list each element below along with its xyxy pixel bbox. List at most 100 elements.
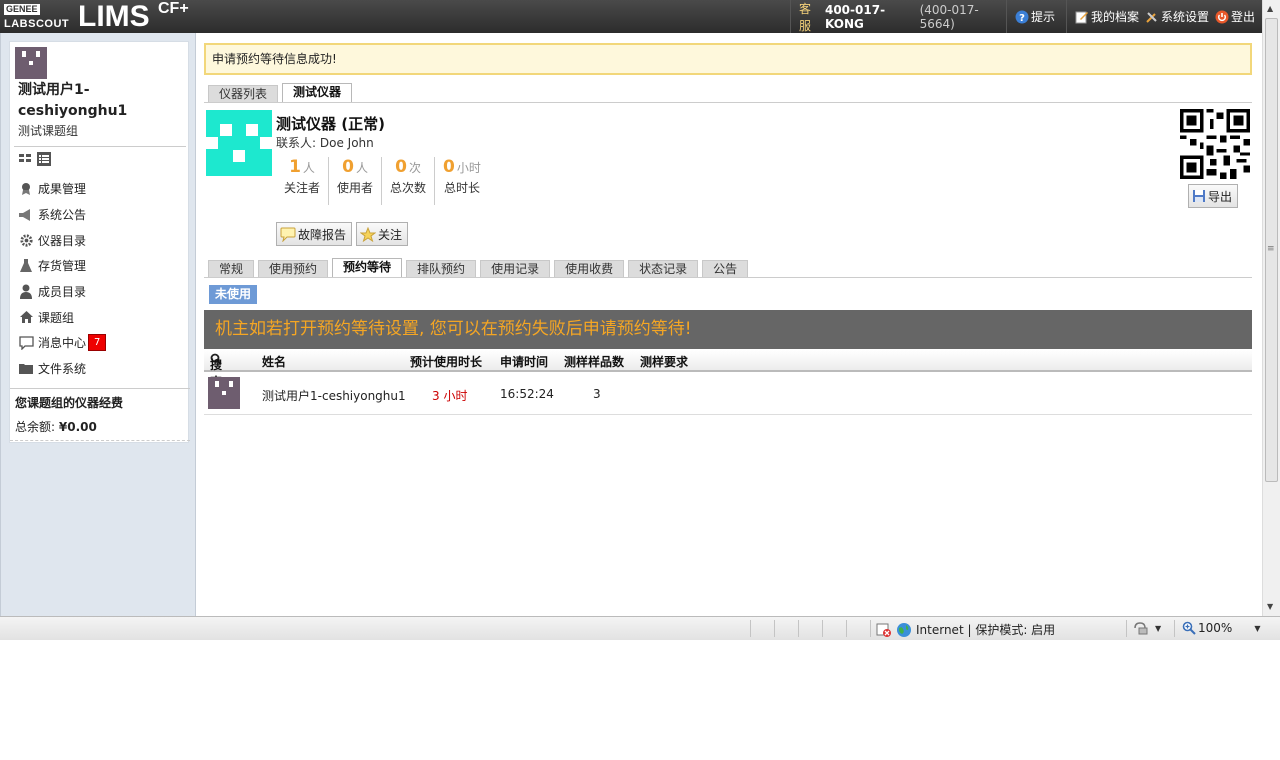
sidebar-item-members[interactable]: 成员目录 <box>18 279 186 305</box>
sidebar-item-files[interactable]: 文件系统 <box>18 356 186 382</box>
settings-label: 系统设置 <box>1161 10 1210 24</box>
browser-status-bar: Internet | 保护模式: 启用 ▼ 100% ▼ <box>0 616 1280 640</box>
user-avatar[interactable] <box>15 47 47 79</box>
sidebar-item-label: 系统公告 <box>38 208 87 223</box>
security-settings-icon <box>1134 622 1148 635</box>
col-sample-count[interactable]: 测样样品数 <box>564 353 624 370</box>
cell-duration: 3 小时 <box>432 389 468 403</box>
stat-followers[interactable]: 1人 关注者 <box>276 157 330 205</box>
grid-view-icon[interactable] <box>18 151 32 165</box>
sidebar-item-label: 仪器目录 <box>38 233 87 248</box>
sidebar-item-messages[interactable]: 消息中心 7 <box>18 330 186 356</box>
table-row[interactable]: 测试用户1-ceshiyonghu1 3 小时 16:52:24 3 <box>204 374 1252 415</box>
protected-mode-menu[interactable]: ▼ <box>1133 621 1161 635</box>
user-name[interactable]: 测试用户1-ceshiyonghu1 <box>18 80 186 122</box>
settings-link[interactable]: 系统设置 <box>1145 8 1209 25</box>
scroll-up-icon[interactable]: ▲ <box>1267 4 1273 13</box>
divider <box>14 146 186 147</box>
divider <box>798 620 799 637</box>
tab-test-instrument[interactable]: 测试仪器 <box>282 83 353 103</box>
sidebar-item-announcements[interactable]: 系统公告 <box>18 202 186 228</box>
stat-users[interactable]: 0人 使用者 <box>329 157 383 205</box>
award-icon <box>22 182 30 195</box>
tab-waitlist[interactable]: 预约等待 <box>332 258 403 278</box>
person-icon <box>20 284 32 300</box>
tab-instrument-list[interactable]: 仪器列表 <box>208 85 279 103</box>
col-apply-time[interactable]: 申请时间 <box>500 353 548 370</box>
blocked-popup-icon <box>876 623 891 637</box>
sidebar: 测试用户1-ceshiyonghu1 测试课题组 成果管理 系统公告 仪器目录 … <box>0 33 196 616</box>
tips-label: 提示 <box>1031 10 1056 24</box>
cell-sample-count: 3 <box>593 387 601 401</box>
follow-button[interactable]: 关注 <box>356 222 409 246</box>
sidebar-item-groups[interactable]: 课题组 <box>18 304 186 330</box>
house-icon <box>19 311 33 324</box>
col-duration[interactable]: 预计使用时长 <box>410 353 482 370</box>
profile-label: 我的档案 <box>1091 10 1140 24</box>
instrument-tabs: 仪器列表 测试仪器 <box>208 83 356 103</box>
avatar[interactable] <box>208 377 240 409</box>
tab-general[interactable]: 常规 <box>208 260 255 278</box>
user-group[interactable]: 测试课题组 <box>18 122 78 139</box>
divider <box>1174 620 1175 637</box>
logout-link[interactable]: 登出 <box>1215 8 1255 25</box>
instrument-avatar[interactable] <box>206 110 272 176</box>
table-header: 搜索 姓名 预计使用时长 申请时间 测样样品数 测样要求 <box>204 350 1252 389</box>
fund-balance: 总余额: ¥0.00 <box>15 418 97 435</box>
zoom-icon <box>1182 621 1196 635</box>
search-toggle[interactable]: 搜索 <box>210 353 225 389</box>
zoom-control[interactable]: 100% ▼ <box>1182 621 1260 635</box>
save-icon <box>1193 190 1205 202</box>
security-zone[interactable]: Internet | 保护模式: 启用 <box>876 621 1055 638</box>
sidebar-panel: 测试用户1-ceshiyonghu1 测试课题组 成果管理 系统公告 仪器目录 … <box>9 41 190 443</box>
col-name[interactable]: 姓名 <box>262 353 286 370</box>
stat-total-hours[interactable]: 0 小时 总时长 <box>435 157 489 205</box>
fault-report-button[interactable]: 故障报告 <box>276 222 353 246</box>
contact-name[interactable]: Doe John <box>320 136 374 150</box>
tab-reservation[interactable]: 使用预约 <box>258 260 329 278</box>
divider <box>10 388 190 389</box>
hotline: 客服 400-017-KONG (400-017-5664) <box>790 0 1006 33</box>
tools-icon <box>1146 11 1157 23</box>
sidebar-item-label: 成员目录 <box>38 285 87 300</box>
status-badge: 未使用 <box>209 285 258 304</box>
tab-status-records[interactable]: 状态记录 <box>628 260 699 278</box>
tab-usage-records[interactable]: 使用记录 <box>480 260 551 278</box>
power-icon <box>1215 10 1229 23</box>
divider <box>822 620 823 637</box>
sidebar-item-label: 成果管理 <box>38 182 87 197</box>
stat-unit: 人 <box>302 161 315 175</box>
detail-tabs: 常规 使用预约 预约等待 排队预约 使用记录 使用收费 状态记录 公告 <box>208 258 752 278</box>
chevron-down-icon[interactable]: ▼ <box>1254 624 1260 633</box>
fund-label: 总余额: <box>15 420 56 434</box>
stat-value: 0 <box>443 157 455 177</box>
scroll-down-icon[interactable]: ▼ <box>1267 602 1273 611</box>
fund-title: 您课题组的仪器经费 <box>15 396 124 410</box>
col-sample-requirement[interactable]: 测样要求 <box>640 353 688 370</box>
profile-link[interactable]: 我的档案 <box>1075 8 1139 25</box>
stat-unit: 次 <box>408 161 421 175</box>
stat-label: 总次数 <box>390 181 427 195</box>
sidebar-item-inventory[interactable]: 存货管理 <box>18 253 186 279</box>
stat-total-times[interactable]: 0次 总次数 <box>382 157 436 205</box>
stat-unit: 人 <box>355 161 368 175</box>
tab-usage-charges[interactable]: 使用收费 <box>554 260 625 278</box>
tips-link[interactable]: ? 提示 <box>1006 0 1066 33</box>
sidebar-item-label: 存货管理 <box>38 259 87 274</box>
list-view-icon[interactable] <box>36 151 52 167</box>
chevron-down-icon[interactable]: ▼ <box>1155 624 1161 633</box>
sidebar-item-instruments[interactable]: 仪器目录 <box>18 227 186 253</box>
contact-label: 联系人: <box>276 136 317 150</box>
sidebar-item-achievements[interactable]: 成果管理 <box>18 176 186 202</box>
zoom-level: 100% <box>1198 621 1233 635</box>
vertical-scrollbar[interactable]: ▲ ≡ ▼ <box>1262 0 1280 616</box>
divider <box>870 620 871 637</box>
view-toggle <box>18 151 52 167</box>
tab-announcements[interactable]: 公告 <box>702 260 749 278</box>
logo-genee: GENEE <box>4 4 40 15</box>
cell-name[interactable]: 测试用户1-ceshiyonghu1 <box>262 387 406 404</box>
export-button[interactable]: 导出 <box>1188 184 1239 208</box>
hotline-alt: (400-017-5664) <box>919 2 979 31</box>
tab-queue[interactable]: 排队预约 <box>406 260 477 278</box>
hotline-label: 客服 <box>799 1 812 33</box>
